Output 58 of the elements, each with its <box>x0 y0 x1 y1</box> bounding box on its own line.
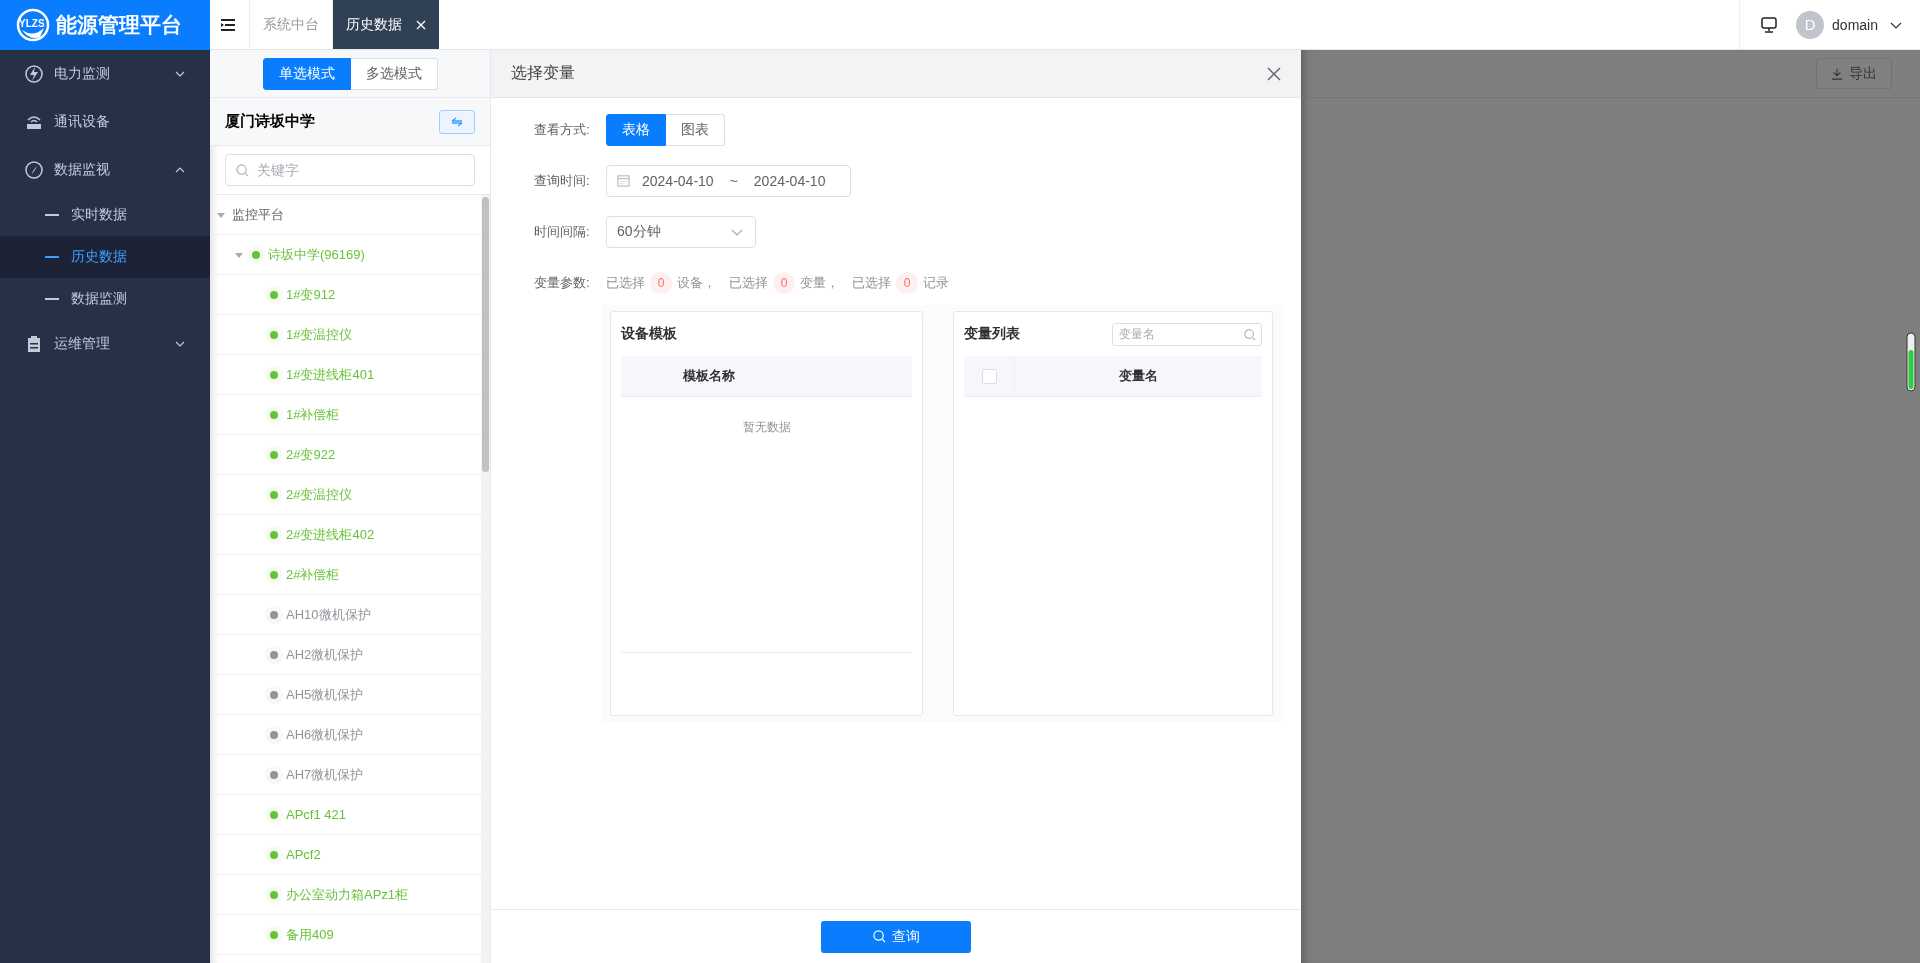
monitor-icon[interactable] <box>1760 15 1779 34</box>
search-field[interactable]: 关键字 <box>225 154 475 186</box>
count-badge: 0 <box>773 271 795 294</box>
search-icon <box>1244 328 1256 341</box>
tab[interactable]: 历史数据 <box>332 0 439 49</box>
select-all-checkbox[interactable] <box>981 368 997 384</box>
scrollbar-thumb[interactable] <box>482 197 489 472</box>
column-header: 变量名 <box>1118 367 1159 385</box>
date-range-field[interactable]: 2024-04-10 ~ 2024-04-10 <box>606 164 851 197</box>
modal-overlay[interactable]: 导出 <box>1301 50 1920 963</box>
field-label: 时间间隔: <box>534 222 591 241</box>
column-header: 模板名称 <box>683 367 735 385</box>
view-toggle[interactable]: 图表 <box>666 113 725 146</box>
summary-text: 已选择 <box>606 273 645 292</box>
submenu-item[interactable]: 实时数据 <box>0 194 210 236</box>
menu-icon[interactable] <box>221 18 235 31</box>
card-title: 变量列表 <box>964 325 1020 343</box>
count-badge: 0 <box>896 271 918 294</box>
mode-toggle[interactable]: 多选模式 <box>350 57 438 90</box>
export-button: 导出 <box>1816 58 1892 89</box>
search-icon <box>236 164 249 177</box>
download-icon <box>1831 67 1843 80</box>
compass-icon <box>24 160 44 180</box>
summary-text: 已选择 <box>852 273 891 292</box>
view-toggle[interactable]: 表格 <box>606 113 666 146</box>
close-icon[interactable] <box>1267 66 1281 81</box>
search-field[interactable]: 变量名 <box>1112 322 1262 346</box>
mode-toggle[interactable]: 单选模式 <box>262 57 351 90</box>
calendar-icon <box>617 174 630 187</box>
query-button[interactable]: 查询 <box>821 920 971 953</box>
summary-text: 记录 <box>923 273 949 292</box>
submenu-item[interactable]: 数据监测 <box>0 278 210 320</box>
submenu-item[interactable]: 历史数据 <box>0 236 210 278</box>
field-label: 查看方式: <box>534 120 591 139</box>
panel-title: 厦门诗坂中学 <box>225 112 315 131</box>
empty-text: 暂无数据 <box>742 418 791 436</box>
summary-text: 设备， <box>677 273 716 292</box>
menu-item[interactable]: 数据监视 <box>0 146 210 194</box>
menu-item[interactable]: 运维管理 <box>0 320 210 368</box>
app-title: 能源管理平台 <box>56 12 182 38</box>
summary-text: 变量， <box>800 273 839 292</box>
interval-select[interactable]: 60分钟 <box>606 215 756 248</box>
summary-text: 已选择 <box>729 273 768 292</box>
lightning-icon <box>24 64 44 84</box>
globe-logo-icon <box>16 8 50 42</box>
dialog-title: 选择变量 <box>511 63 575 83</box>
gauge-icon <box>1906 332 1916 392</box>
card-title: 设备模板 <box>621 325 677 343</box>
search-icon <box>872 930 886 943</box>
user-avatar[interactable]: D <box>1796 10 1825 39</box>
swap-arrows-icon <box>450 114 464 129</box>
count-badge: 0 <box>650 271 672 294</box>
menu-item[interactable]: 通讯设备 <box>0 98 210 146</box>
logo-text: YLZS <box>19 18 45 29</box>
field-label: 变量参数: <box>534 273 591 292</box>
menu-item[interactable]: 电力监测 <box>0 50 210 98</box>
user-name[interactable]: domain <box>1832 16 1878 33</box>
field-label: 查询时间: <box>534 171 591 190</box>
